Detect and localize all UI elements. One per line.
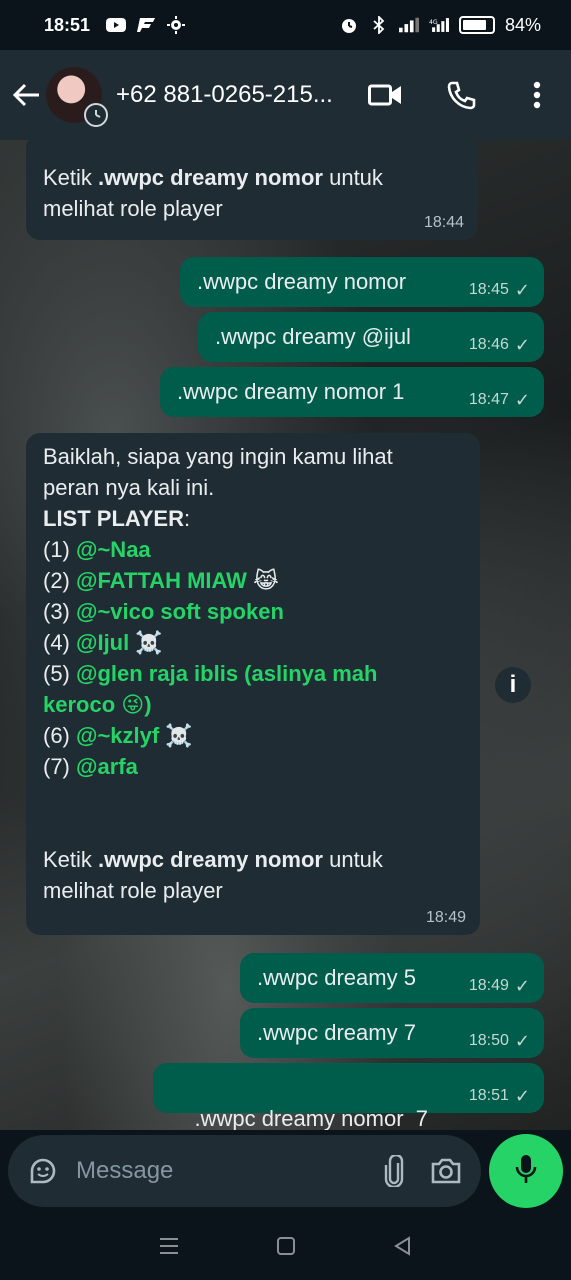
- message-text: .wwpc dreamy nomor: [197, 269, 407, 294]
- message-composer[interactable]: Message: [8, 1135, 482, 1207]
- status-left-icons: [106, 16, 186, 34]
- home-icon[interactable]: [272, 1232, 300, 1260]
- settings-icon: [166, 16, 186, 34]
- sent-check-icon: ✓: [514, 280, 530, 300]
- message-time: 18:44: [423, 214, 464, 231]
- message-meta: 18:45 ✓: [469, 281, 530, 299]
- status-update-icon: [84, 103, 108, 127]
- battery-icon: [458, 16, 495, 34]
- sent-check-icon: ✓: [514, 976, 530, 996]
- message-meta: 18:50 ✓: [469, 1032, 530, 1050]
- message-text: .wwpc dreamy @ijul: [215, 324, 411, 349]
- battery-percent: 84%: [504, 14, 541, 35]
- sent-check-icon: ✓: [514, 1086, 530, 1106]
- emoji: 😹: [253, 568, 279, 593]
- input-bar: Message: [0, 1130, 571, 1212]
- message-text: .wwpc dreamy nomor 1: [177, 379, 405, 404]
- message-time: 18:47: [468, 391, 509, 408]
- emoji: ☠️: [165, 723, 193, 748]
- mention-link[interactable]: @~vico soft spoken: [76, 599, 284, 624]
- list-item: (7) @arfa: [43, 754, 138, 779]
- signal-icon: [398, 17, 419, 33]
- paperclip-icon[interactable]: [377, 1154, 411, 1188]
- status-time: 18:51: [44, 14, 91, 35]
- sticker-icon[interactable]: [26, 1154, 60, 1188]
- mention-link[interactable]: @glen raja iblis (aslinya mah keroco 😜): [43, 661, 377, 717]
- message-time: 18:50: [468, 1032, 509, 1049]
- emoji: ☠️: [135, 630, 163, 655]
- message-outgoing[interactable]: .wwpc dreamy 5 18:49 ✓: [240, 953, 544, 1003]
- sent-check-icon: ✓: [514, 390, 530, 410]
- message-time: 18:45: [468, 281, 509, 298]
- status-bar: 18:51 4G 84%: [0, 0, 571, 50]
- microphone-button[interactable]: [489, 1134, 563, 1208]
- info-icon[interactable]: i: [495, 667, 531, 703]
- list-item: (1) @~Naa: [43, 537, 151, 562]
- message-outgoing[interactable]: .wwpc dreamy nomor 7 18:51 ✓: [153, 1063, 544, 1130]
- more-vertical-icon[interactable]: [519, 77, 555, 113]
- list-item: (5) @glen raja iblis (aslinya mah keroco…: [43, 661, 378, 717]
- list-item: (6) @~kzlyf ☠️: [43, 723, 193, 748]
- back-icon[interactable]: [389, 1232, 417, 1260]
- mention-link[interactable]: @FATTAH MIAW: [76, 568, 247, 593]
- message-outgoing[interactable]: .wwpc dreamy 7 18:50 ✓: [240, 1008, 544, 1058]
- alarm-icon: [339, 17, 359, 33]
- message-outgoing[interactable]: .wwpc dreamy @ijul 18:46 ✓: [198, 312, 544, 362]
- emoji: 😜: [121, 692, 145, 717]
- message-meta: 18:44: [424, 214, 464, 232]
- list-item: (3) @~vico soft spoken: [43, 599, 284, 624]
- mention-link[interactable]: @Ijul: [76, 630, 129, 655]
- chat-header: +62 881-0265-215...: [0, 50, 571, 140]
- sent-check-icon: ✓: [514, 335, 530, 355]
- message-intro: Baiklah, siapa yang ingin kamu lihat per…: [43, 444, 393, 500]
- chat-area[interactable]: Ketik .wwpc dreamy nomor untuk melihat r…: [0, 140, 571, 1130]
- system-nav-bar: [0, 1212, 571, 1280]
- contact-name[interactable]: +62 881-0265-215...: [116, 81, 356, 109]
- app-icon: [136, 17, 156, 33]
- list-item: (2) @FATTAH MIAW 😹: [43, 568, 279, 593]
- message-time: 18:49: [468, 977, 509, 994]
- message-time: 18:49: [425, 909, 466, 926]
- 4g-signal-icon: 4G: [429, 17, 449, 33]
- message-text: Ketik .wwpc dreamy nomor untuk melihat r…: [43, 165, 383, 221]
- message-text: Ketik .wwpc dreamy nomor untuk melihat r…: [43, 847, 383, 903]
- video-camera-icon[interactable]: [367, 77, 403, 113]
- list-title: LIST PLAYER:: [43, 506, 191, 531]
- mention-link[interactable]: @~Naa: [76, 537, 151, 562]
- mention-link[interactable]: @~kzlyf: [76, 723, 159, 748]
- message-meta: 18:49: [426, 909, 466, 927]
- message-meta: 18:51 ✓: [469, 1087, 530, 1105]
- bluetooth-icon: [369, 16, 389, 34]
- menu-icon[interactable]: [155, 1232, 183, 1260]
- message-meta: 18:46 ✓: [469, 336, 530, 354]
- avatar[interactable]: [46, 67, 108, 127]
- svg-text:4G: 4G: [429, 19, 438, 26]
- camera-icon[interactable]: [429, 1154, 463, 1188]
- status-right-icons: 4G 84%: [339, 15, 541, 36]
- phone-icon[interactable]: [443, 77, 479, 113]
- message-incoming[interactable]: Ketik .wwpc dreamy nomor untuk melihat r…: [26, 140, 478, 240]
- youtube-icon: [106, 17, 127, 33]
- message-meta: 18:49 ✓: [469, 977, 530, 995]
- sent-check-icon: ✓: [514, 1031, 530, 1051]
- message-time: 18:51: [468, 1087, 509, 1104]
- message-incoming[interactable]: Baiklah, siapa yang ingin kamu lihat per…: [26, 433, 480, 935]
- message-meta: 18:47 ✓: [469, 391, 530, 409]
- message-input[interactable]: Message: [76, 1157, 359, 1185]
- mention-link[interactable]: @arfa: [76, 754, 138, 779]
- message-text: .wwpc dreamy 5: [257, 965, 416, 990]
- message-time: 18:46: [468, 336, 509, 353]
- message-outgoing[interactable]: .wwpc dreamy nomor 18:45 ✓: [180, 257, 544, 307]
- message-text: .wwpc dreamy 7: [257, 1020, 416, 1045]
- message-outgoing[interactable]: .wwpc dreamy nomor 1 18:47 ✓: [160, 367, 544, 417]
- microphone-icon: [514, 1153, 538, 1190]
- message-text: .wwpc dreamy nomor 7: [194, 1106, 428, 1130]
- list-item: (4) @Ijul ☠️: [43, 630, 163, 655]
- back-button[interactable]: [12, 80, 42, 110]
